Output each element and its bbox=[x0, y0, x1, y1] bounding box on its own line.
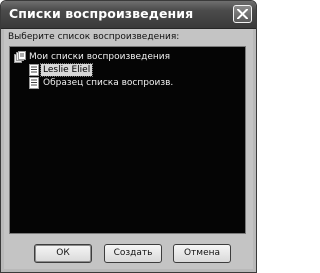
playlist-folder-icon bbox=[14, 51, 26, 63]
tree-item-label: Leslie Eliel bbox=[39, 63, 94, 77]
close-icon bbox=[237, 9, 248, 19]
tree-item-label: Образец списка воспроизв. bbox=[43, 78, 174, 88]
playlist-prompt-label: Выберите список воспроизведения: bbox=[8, 32, 180, 42]
tree-root-item[interactable]: Мои списки воспроизведения bbox=[14, 51, 214, 63]
window-title: Списки воспроизведения bbox=[9, 6, 194, 21]
tree-root-label: Мои списки воспроизведения bbox=[29, 52, 171, 62]
cancel-button[interactable]: Отмена bbox=[173, 244, 231, 263]
dialog-body: Выберите список воспроизведения: Мои спи… bbox=[4, 29, 253, 269]
tree-item[interactable]: Leslie Eliel bbox=[28, 63, 228, 77]
playlist-icon bbox=[28, 77, 40, 89]
ok-button[interactable]: ОК bbox=[34, 244, 92, 263]
close-button[interactable] bbox=[233, 5, 252, 23]
create-button[interactable]: Создать bbox=[104, 244, 162, 263]
playlist-tree[interactable]: Мои списки воспроизведения Leslie Eliel bbox=[9, 46, 246, 234]
playlist-icon bbox=[28, 64, 40, 76]
title-bar[interactable]: Списки воспроизведения bbox=[1, 1, 256, 29]
playlists-dialog: Списки воспроизведения Выберите список в… bbox=[0, 0, 257, 273]
tree-item[interactable]: Образец списка воспроизв. bbox=[28, 77, 228, 89]
